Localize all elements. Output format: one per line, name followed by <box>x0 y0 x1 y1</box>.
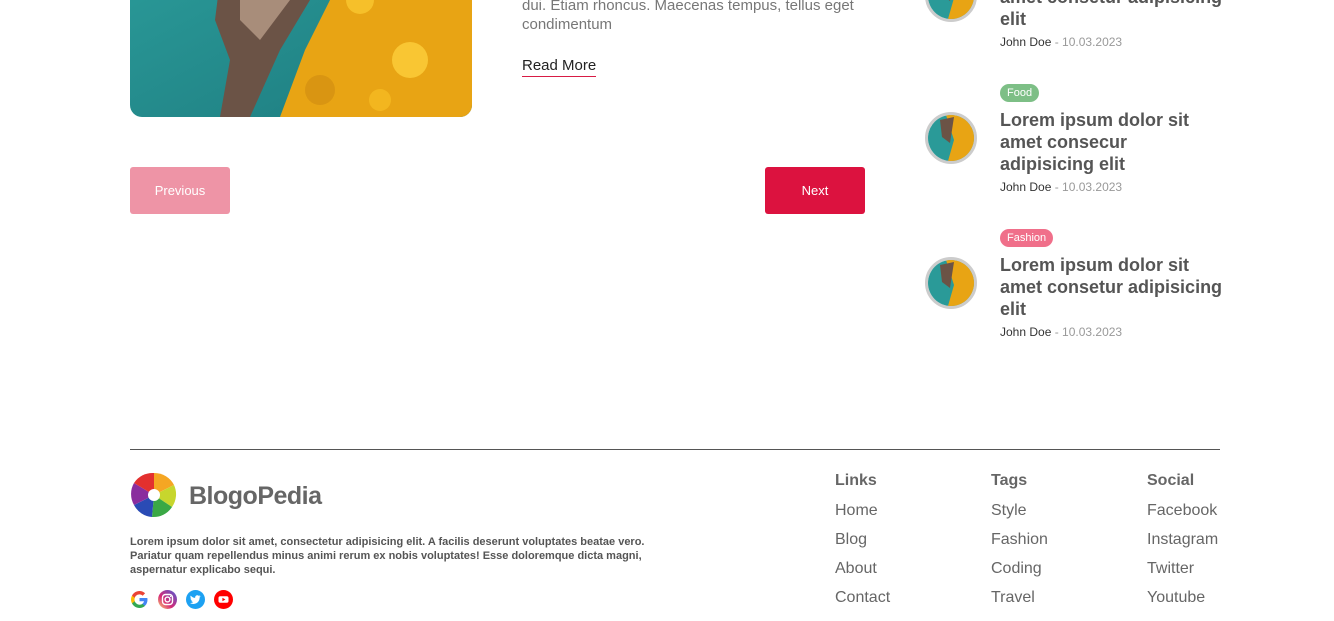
footer-social-facebook[interactable]: Facebook <box>1147 502 1218 520</box>
brand-name[interactable]: BlogoPedia <box>189 482 322 511</box>
post-date: - 10.03.2023 <box>1051 35 1123 49</box>
category-tag[interactable]: Fashion <box>1000 229 1054 247</box>
column-heading: Social <box>1147 472 1195 489</box>
post-author: John Doe <box>1000 180 1052 194</box>
post-image[interactable] <box>130 0 472 117</box>
next-button[interactable]: Next <box>765 167 865 214</box>
footer-social-instagram[interactable]: Instagram <box>1147 531 1218 549</box>
footer-links-column: Links Home Blog About Contact <box>835 472 890 607</box>
post-excerpt: dui. Etiam rhoncus. Maecenas tempus, tel… <box>522 0 854 33</box>
sidebar-post-meta: John Doe - 10.03.2023 <box>1000 325 1122 339</box>
social-icons <box>130 590 233 609</box>
footer-tags-column: Tags Style Fashion Coding Travel <box>991 472 1048 607</box>
footer-social-youtube[interactable]: Youtube <box>1147 589 1218 607</box>
post-date: - 10.03.2023 <box>1051 325 1123 339</box>
column-heading: Tags <box>991 472 1028 489</box>
footer-tag-coding[interactable]: Coding <box>991 560 1048 578</box>
post-thumbnail[interactable] <box>925 0 977 22</box>
footer-link-about[interactable]: About <box>835 560 890 578</box>
post-date: - 10.03.2023 <box>1051 180 1123 194</box>
category-tag[interactable]: Food <box>1000 84 1040 102</box>
google-icon[interactable] <box>130 590 149 609</box>
footer-social-twitter[interactable]: Twitter <box>1147 560 1218 578</box>
youtube-icon[interactable] <box>214 590 233 609</box>
sidebar-post-title[interactable]: Lorem ipsum dolor sit amet consetur adip… <box>1000 254 1225 320</box>
previous-button[interactable]: Previous <box>130 167 230 214</box>
footer-divider <box>130 449 1220 450</box>
sidebar-post-title[interactable]: amet consetur adipisicing elit <box>1000 0 1225 30</box>
twitter-icon[interactable] <box>186 590 205 609</box>
post-author: John Doe <box>1000 35 1052 49</box>
footer-social-column: Social Facebook Instagram Twitter Youtub… <box>1147 472 1218 607</box>
footer-tag-travel[interactable]: Travel <box>991 589 1048 607</box>
footer-link-contact[interactable]: Contact <box>835 589 890 607</box>
footer-tag-fashion[interactable]: Fashion <box>991 531 1048 549</box>
post-thumbnail[interactable] <box>925 257 977 309</box>
column-heading: Links <box>835 472 877 489</box>
post-thumbnail[interactable] <box>925 112 977 164</box>
sidebar-post-title[interactable]: Lorem ipsum dolor sit amet consecur adip… <box>1000 109 1225 175</box>
read-more-link[interactable]: Read More <box>522 57 597 77</box>
sidebar-post-meta: John Doe - 10.03.2023 <box>1000 35 1122 49</box>
logo-icon[interactable] <box>130 471 178 519</box>
footer-about-text: Lorem ipsum dolor sit amet, consectetur … <box>130 536 645 576</box>
sidebar-post-meta: John Doe - 10.03.2023 <box>1000 180 1122 194</box>
instagram-icon[interactable] <box>158 590 177 609</box>
footer-link-home[interactable]: Home <box>835 502 890 520</box>
post-author: John Doe <box>1000 325 1052 339</box>
footer-link-blog[interactable]: Blog <box>835 531 890 549</box>
footer-tag-style[interactable]: Style <box>991 502 1048 520</box>
